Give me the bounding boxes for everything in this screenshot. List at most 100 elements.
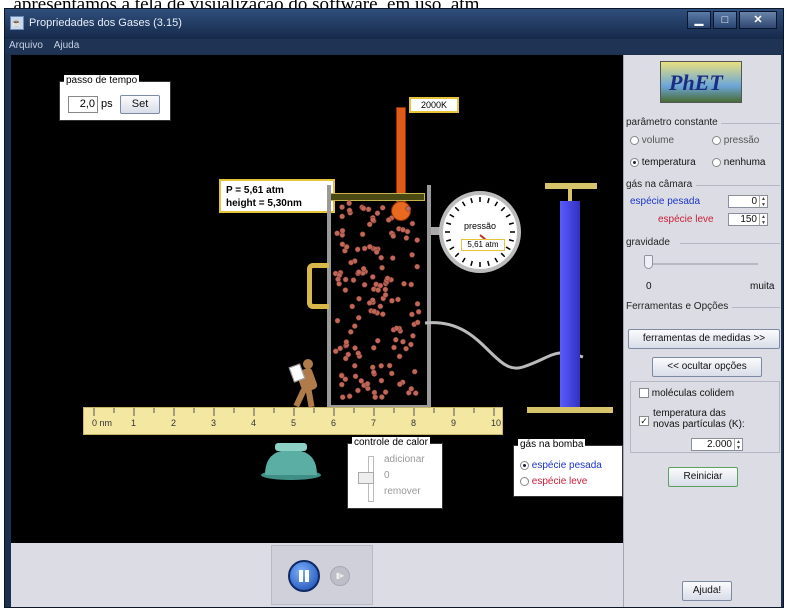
pump-light-label: espécie leve: [531, 476, 588, 487]
gas-particle: [414, 237, 421, 243]
constant-pressure-option[interactable]: pressão: [712, 135, 759, 146]
gravity-slider-track[interactable]: [648, 263, 758, 265]
collide-checkbox[interactable]: [639, 388, 649, 399]
menu-arquivo[interactable]: Arquivo: [5, 39, 47, 52]
help-button[interactable]: Ajuda!: [682, 581, 732, 601]
chamber-handle[interactable]: [307, 263, 329, 309]
new-temp-spinner[interactable]: 2.000 ▲ ▼: [691, 438, 743, 451]
gauge-tick: [454, 252, 460, 258]
pause-button[interactable]: [288, 560, 320, 592]
constant-temperature-option[interactable]: temperatura: [630, 157, 696, 168]
chamber-heavy-value[interactable]: 0: [729, 196, 759, 207]
step-button[interactable]: ▮▸: [330, 566, 350, 586]
hide-options-button[interactable]: << ocultar opções: [652, 357, 762, 377]
chamber-light-spinner[interactable]: 150 ▲ ▼: [728, 213, 768, 226]
gas-particle: [360, 265, 367, 272]
heat-add-label: adicionar: [384, 454, 425, 465]
new-temp-value[interactable]: 2.000: [692, 439, 734, 450]
close-button[interactable]: ✕: [739, 11, 777, 29]
gas-particle: [366, 243, 373, 250]
playback-box: ▮▸: [271, 545, 373, 605]
constant-volume-option[interactable]: volume: [630, 135, 674, 146]
timestep-unit: ps: [101, 98, 113, 110]
timestep-panel: passo de tempo 2,0 ps Set: [59, 75, 171, 121]
new-temp-arrows[interactable]: ▲ ▼: [734, 439, 742, 451]
set-button[interactable]: Set: [120, 95, 160, 114]
pump-light-option[interactable]: espécie leve: [520, 476, 587, 487]
gas-particle: [347, 329, 354, 335]
pause-icon: [299, 570, 303, 582]
height-readout: height = 5,30nm: [226, 198, 302, 209]
constant-none-radio[interactable]: [712, 157, 721, 167]
gas-particle: [355, 314, 362, 321]
gas-particle: [385, 217, 392, 223]
gauge-tick: [494, 257, 499, 263]
step-icon: ▮▸: [335, 571, 345, 580]
gas-particle: [366, 221, 373, 228]
pump-heavy-radio[interactable]: [520, 460, 529, 470]
particle-field: [332, 200, 422, 401]
constant-temperature-radio[interactable]: [630, 157, 639, 167]
maximize-button[interactable]: □: [713, 11, 737, 29]
gas-particle: [356, 295, 362, 302]
chamber-gas-title: gás na câmara: [626, 179, 696, 190]
ruler-label: 0 nm: [92, 418, 113, 428]
gas-particle: [409, 251, 415, 258]
gas-particle: [379, 204, 386, 211]
gauge-tick: [461, 201, 466, 207]
gas-particle: [409, 220, 416, 227]
pump-light-radio[interactable]: [520, 476, 529, 486]
gas-particle: [408, 281, 415, 288]
gas-particle: [365, 206, 372, 213]
pump-heavy-option[interactable]: espécie pesada: [520, 460, 602, 471]
constant-pressure-radio[interactable]: [712, 135, 721, 145]
chamber-heavy-spinner[interactable]: 0 ▲ ▼: [728, 195, 768, 208]
phet-logo[interactable]: PhET: [660, 61, 742, 103]
gas-particle: [350, 277, 357, 283]
constant-none-option[interactable]: nenhuma: [712, 157, 765, 168]
gas-particle: [389, 297, 395, 304]
gas-particle: [377, 303, 384, 310]
gravity-slider-thumb[interactable]: [644, 255, 653, 269]
gas-particle: [354, 246, 361, 253]
measure-tools-button[interactable]: ferramentas de medidas >>: [628, 329, 780, 349]
chamber-light-arrows[interactable]: ▲ ▼: [759, 214, 767, 226]
constant-volume-radio[interactable]: [630, 135, 639, 145]
gas-particle: [403, 345, 409, 352]
chamber-light-value[interactable]: 150: [729, 214, 759, 225]
reset-button[interactable]: Reiniciar: [668, 467, 738, 487]
gas-particle: [380, 311, 386, 318]
pressure-gauge: pressão 5,61 atm: [439, 191, 521, 273]
gas-particle: [408, 341, 414, 348]
timestep-input[interactable]: 2,0: [68, 96, 98, 113]
gas-particle: [352, 373, 359, 380]
minimize-button[interactable]: ▁: [687, 11, 711, 29]
title-bar: ☕ Propriedades dos Gases (3.15) ▁ □ ✕: [5, 9, 783, 39]
ruler[interactable]: 0 nm 1 2 3 4 5 6 7 8 9 10: [83, 407, 503, 435]
collide-option[interactable]: moléculas colidem: [639, 388, 734, 399]
new-temp-checkbox[interactable]: ✓: [639, 416, 649, 426]
gas-particle: [339, 204, 345, 210]
gas-particle: [364, 380, 371, 387]
ruler-label: 5: [291, 418, 297, 428]
gas-particle: [373, 249, 380, 255]
gravity-max-label: muita: [750, 281, 775, 292]
ruler-label: 2: [171, 418, 177, 428]
gauge-tick: [487, 197, 490, 204]
gas-particle: [346, 200, 353, 207]
ruler-label: 10: [491, 418, 502, 428]
gas-particle: [342, 287, 349, 293]
heat-slider-thumb[interactable]: [358, 472, 374, 484]
heat-control-panel: controle de calor adicionar 0 remover: [347, 437, 443, 509]
gas-particle: [412, 390, 419, 396]
gas-particle: [337, 345, 344, 352]
pump-base: [527, 407, 613, 413]
gas-particle: [369, 274, 376, 280]
gas-particle: [371, 308, 378, 315]
gauge-tick: [470, 197, 473, 204]
gas-particle: [342, 276, 349, 283]
java-app-icon: ☕: [10, 16, 24, 30]
menu-ajuda[interactable]: Ajuda: [50, 39, 84, 52]
chamber-heavy-arrows[interactable]: ▲ ▼: [759, 196, 767, 208]
gas-particle: [388, 370, 395, 377]
